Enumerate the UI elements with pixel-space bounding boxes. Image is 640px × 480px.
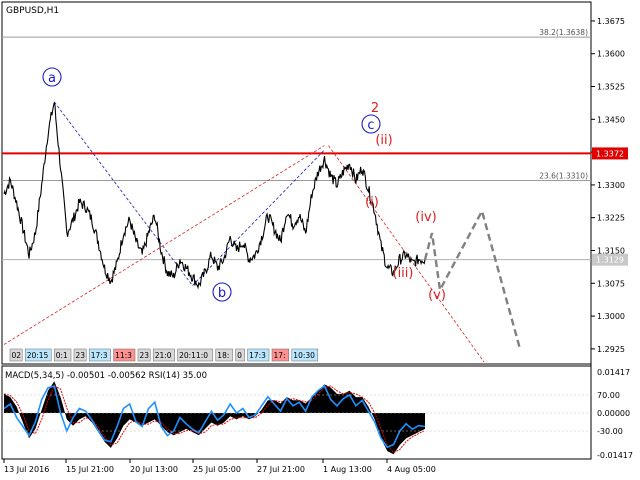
- price-tick-label: 1.3225: [597, 214, 625, 223]
- session-label: 02: [12, 351, 22, 360]
- price-tick-label: 1.3000: [597, 312, 625, 321]
- indicator-tick-label: -0.01417: [597, 451, 633, 460]
- price-tick-label: 1.3450: [597, 115, 625, 124]
- wave-label-0: a: [48, 71, 56, 86]
- resistance-price-label: 1.3372: [596, 149, 624, 158]
- fibo-label: 38.2(1.3638): [539, 28, 588, 37]
- price-tick-label: 1.3675: [597, 17, 625, 26]
- session-label: 17:3: [249, 351, 266, 360]
- time-tick-label: 13 Jul 2016: [4, 465, 49, 474]
- indicator-tick-label: 0.01417: [597, 368, 630, 377]
- price-tick-label: 1.3525: [597, 83, 625, 92]
- indicator-axis: 0.01417 70.00 0.00000 -30.00 -0.01417: [597, 368, 633, 460]
- price-tick-label: 1.2925: [597, 345, 625, 354]
- wave-label-7: (iv): [415, 210, 436, 225]
- indicator-title: MACD(5,34,5) -0.00501 -0.00562 RSI(14) 3…: [5, 371, 207, 381]
- session-label: 10:30: [293, 351, 315, 360]
- session-label: 17:: [274, 351, 286, 360]
- session-label: 20:11:0: [179, 351, 208, 360]
- session-label: 0:1: [56, 351, 68, 360]
- metatrader-chart-window: 38.2(1.3638) 23.6(1.3310) a b c 2 (i) (ii) (iii…: [0, 0, 640, 480]
- time-tick-label: 20 Jul 13:00: [130, 465, 178, 474]
- time-tick-label: 1 Aug 13:00: [323, 465, 372, 474]
- session-label: 18:: [217, 351, 229, 360]
- time-tick-label: 25 Jul 05:00: [193, 465, 241, 474]
- wave-label-6: (iii): [393, 266, 414, 281]
- session-label: 0: [237, 351, 242, 360]
- price-tick-label: 1.3600: [597, 50, 625, 59]
- price-axis: 1.36751.36001.35251.34501.33751.33001.32…: [591, 17, 628, 354]
- time-tick-label: 4 Aug 05:00: [387, 465, 436, 474]
- session-label: 11:3: [115, 351, 132, 360]
- time-axis: 13 Jul 2016 15 Jul 21:00 20 Jul 13:00 25 Ju…: [3, 459, 436, 474]
- wave-label-2: c: [367, 118, 374, 133]
- session-label: 23: [140, 351, 150, 360]
- wave-label-8: (v): [428, 288, 446, 303]
- indicator-tick-label: 0.00000: [597, 409, 630, 418]
- wave-label-4: (i): [365, 195, 379, 210]
- chart-title: GBPUSD,H1: [6, 6, 59, 16]
- main-chart-frame: [1, 1, 592, 365]
- session-label: 17:3: [91, 351, 108, 360]
- session-label: 20:15: [27, 351, 49, 360]
- session-label: 23: [76, 351, 86, 360]
- time-tick-label: 15 Jul 21:00: [66, 465, 114, 474]
- fibo-label: 23.6(1.3310): [539, 172, 588, 181]
- indicator-tick-label: -30.00: [597, 427, 623, 436]
- chart-canvas[interactable]: 38.2(1.3638) 23.6(1.3310) a b c 2 (i) (ii) (iii…: [0, 0, 640, 480]
- session-label: 21:0: [155, 351, 172, 360]
- price-tick-label: 1.3075: [597, 279, 625, 288]
- current-price-label: 1.3129: [596, 256, 624, 265]
- wave-label-3: 2: [371, 101, 379, 116]
- price-tick-label: 1.3300: [597, 181, 625, 190]
- time-tick-label: 27 Jul 21:00: [257, 465, 305, 474]
- wave-label-1: b: [218, 286, 226, 301]
- indicator-tick-label: 70.00: [597, 391, 620, 400]
- wave-label-5: (ii): [375, 133, 392, 148]
